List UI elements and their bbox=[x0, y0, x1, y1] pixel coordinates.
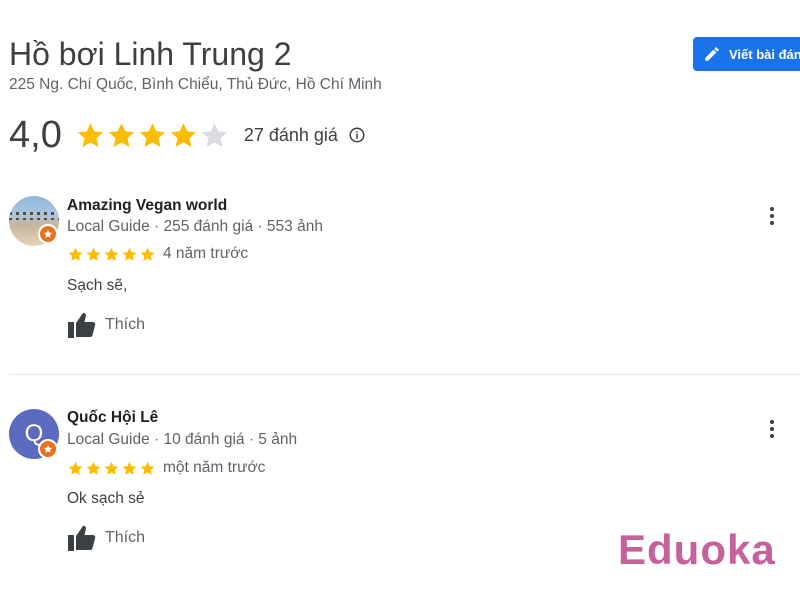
more-options-button[interactable] bbox=[762, 417, 782, 441]
info-icon[interactable] bbox=[348, 126, 366, 144]
like-label: Thích bbox=[105, 529, 146, 546]
review-text: Ok sạch sẻ bbox=[67, 490, 145, 507]
pencil-icon bbox=[705, 47, 719, 61]
star-filled-icon bbox=[122, 461, 137, 475]
rating-stars bbox=[75, 120, 230, 151]
reviewer-name[interactable]: Amazing Vegan world bbox=[67, 197, 227, 215]
review-count[interactable]: 27 đánh giá bbox=[244, 125, 338, 146]
rating-value: 4,0 bbox=[9, 113, 62, 156]
place-title: Hồ bơi Linh Trung 2 bbox=[9, 36, 292, 72]
review-rating: một năm trước bbox=[67, 459, 265, 477]
review-time: một năm trước bbox=[163, 459, 266, 476]
watermark-logo: Eduoka bbox=[618, 526, 776, 573]
reviewer-name[interactable]: Quốc Hội Lê bbox=[67, 409, 158, 427]
star-filled-icon bbox=[170, 122, 196, 147]
thumbs-up-icon bbox=[68, 312, 96, 338]
star-filled-icon bbox=[139, 122, 165, 147]
like-label: Thích bbox=[105, 316, 146, 333]
write-review-button[interactable]: Viết bài đánh giá bbox=[693, 37, 800, 71]
write-review-label: Viết bài đánh giá bbox=[729, 46, 800, 62]
star-badge-icon bbox=[43, 445, 53, 453]
review-text: Sạch sẽ, bbox=[67, 277, 128, 294]
review-rating: 4 năm trước bbox=[67, 245, 248, 263]
star-filled-icon bbox=[140, 247, 155, 261]
star-filled-icon bbox=[104, 247, 119, 261]
star-filled-icon bbox=[68, 247, 83, 261]
more-vert-icon bbox=[770, 420, 774, 438]
star-filled-icon bbox=[86, 461, 101, 475]
place-address: 225 Ng. Chí Quốc, Bình Chiểu, Thủ Đức, H… bbox=[9, 76, 382, 93]
star-badge-icon bbox=[43, 230, 53, 238]
reviewer-meta: Local Guide · 10 đánh giá · 5 ảnh bbox=[67, 431, 298, 448]
review-divider bbox=[9, 374, 800, 375]
reviewer-meta: Local Guide · 255 đánh giá · 553 ảnh bbox=[67, 218, 323, 235]
thumbs-up-icon bbox=[68, 525, 96, 551]
star-filled-icon bbox=[68, 461, 83, 475]
star-filled-icon bbox=[140, 461, 155, 475]
more-vert-icon bbox=[770, 207, 774, 225]
star-filled-icon bbox=[122, 247, 137, 261]
review-item: Amazing Vegan world Local Guide · 255 đá… bbox=[0, 196, 800, 356]
star-filled-icon bbox=[77, 122, 103, 147]
rating-summary: 4,0 27 đánh giá bbox=[9, 112, 366, 158]
star-empty-icon bbox=[201, 122, 227, 147]
review-time: 4 năm trước bbox=[163, 245, 249, 262]
star-filled-icon bbox=[108, 122, 134, 147]
like-button[interactable]: Thích bbox=[67, 524, 145, 552]
local-guide-badge bbox=[38, 439, 58, 459]
star-filled-icon bbox=[86, 247, 101, 261]
like-button[interactable]: Thích bbox=[67, 311, 145, 339]
star-filled-icon bbox=[104, 461, 119, 475]
local-guide-badge bbox=[38, 224, 58, 244]
more-options-button[interactable] bbox=[762, 204, 782, 228]
